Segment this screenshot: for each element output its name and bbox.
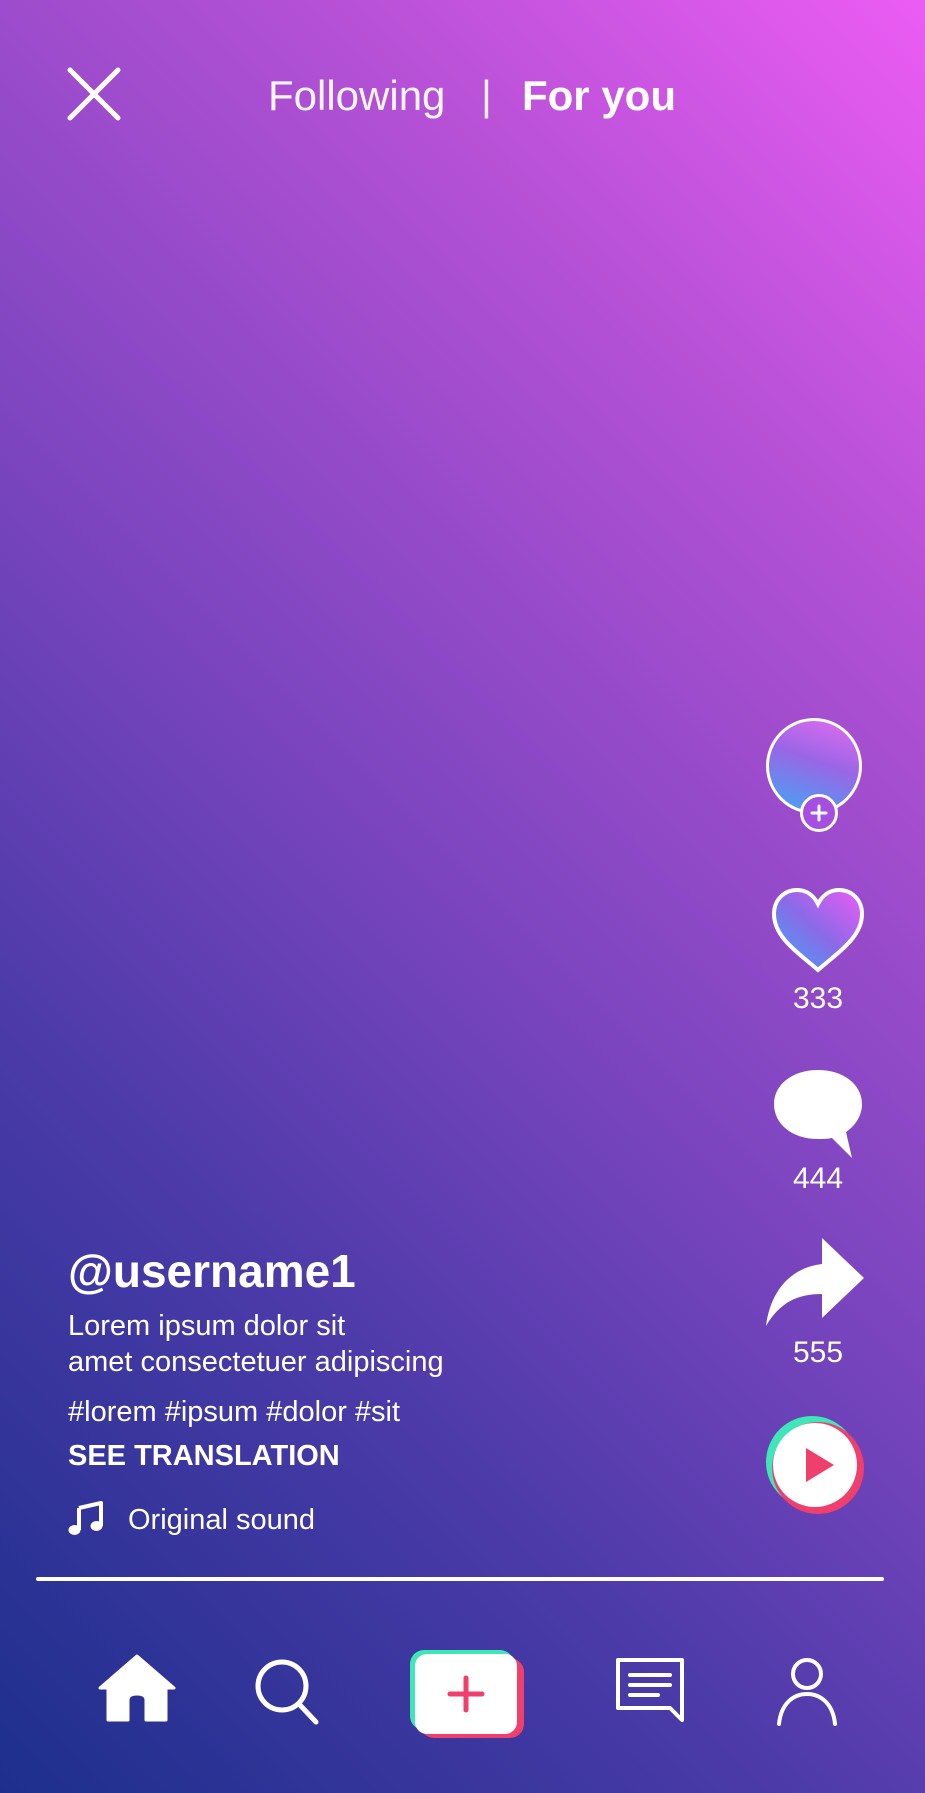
like-button[interactable] [770,886,866,974]
video-progress-bar[interactable] [36,1577,884,1581]
heart-icon [771,887,865,973]
comment-icon [774,1070,862,1158]
create-icon [410,1650,524,1738]
search-icon [255,1659,319,1725]
tab-following[interactable]: Following [268,72,445,120]
tab-divider: | [481,72,492,119]
comment-button[interactable] [770,1066,866,1162]
sound-disc-button[interactable] [762,1412,868,1518]
follow-button[interactable] [800,794,838,832]
see-translation-link[interactable]: SEE TRANSLATION [68,1440,340,1473]
description-line-2: amet consectetuer adipiscing [68,1346,444,1378]
plus-icon [810,804,828,822]
nav-profile-button[interactable] [776,1656,838,1726]
original-sound-link[interactable]: Original sound [128,1504,315,1537]
description-line-1: Lorem ipsum dolor sit [68,1310,346,1342]
close-button[interactable] [66,66,122,122]
share-icon [766,1238,864,1326]
share-button[interactable] [764,1236,866,1328]
music-note-icon [68,1500,104,1536]
close-icon [67,67,121,121]
comment-count: 444 [792,1162,844,1195]
hashtags[interactable]: #lorem #ipsum #dolor #sit [68,1396,400,1429]
home-icon [98,1654,176,1722]
inbox-icon [616,1658,684,1722]
nav-search-button[interactable] [254,1658,320,1726]
like-count: 333 [792,982,844,1015]
share-count: 555 [792,1336,844,1369]
nav-create-button[interactable] [408,1648,524,1740]
profile-icon [777,1658,837,1726]
tab-for-you[interactable]: For you [522,72,676,120]
nav-home-button[interactable] [96,1652,178,1724]
play-icon [766,1416,864,1514]
username[interactable]: @username1 [68,1244,356,1298]
nav-inbox-button[interactable] [614,1656,686,1724]
